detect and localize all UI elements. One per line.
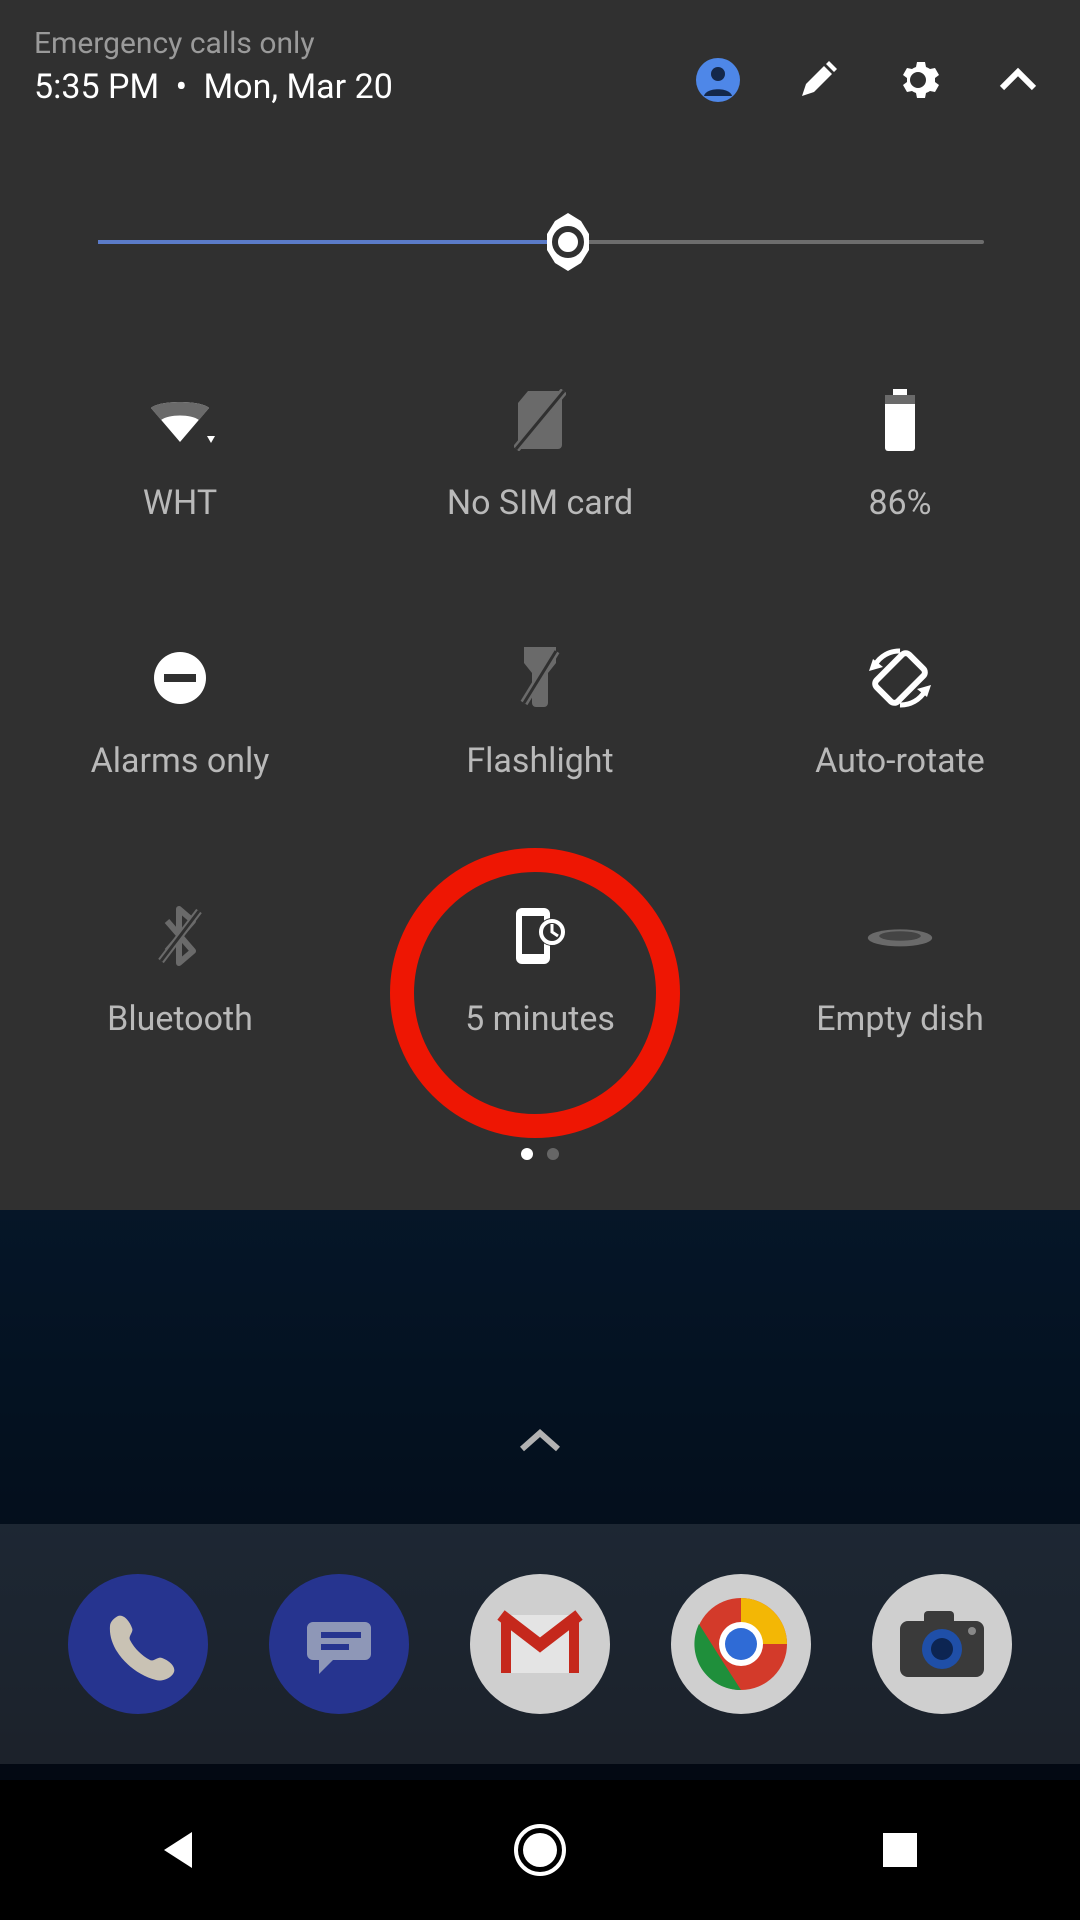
qs-header: Emergency calls only 5:35 PM • Mon, Mar … — [0, 0, 1080, 107]
gmail-app[interactable] — [470, 1574, 610, 1714]
edit-icon[interactable] — [796, 58, 840, 102]
dnd-icon — [145, 643, 215, 713]
tile-dnd[interactable]: Alarms only — [0, 643, 360, 781]
user-icon[interactable] — [696, 58, 740, 102]
bluetooth-icon — [145, 901, 215, 971]
dock — [0, 1524, 1080, 1764]
dish-icon — [865, 901, 935, 971]
messages-app[interactable] — [269, 1574, 409, 1714]
tile-auto-rotate[interactable]: Auto-rotate — [720, 643, 1080, 781]
collapse-icon[interactable] — [996, 58, 1040, 102]
tile-battery[interactable]: 86% — [720, 385, 1080, 523]
qs-tiles-grid: WHT No SIM card 86% Alarms only — [0, 385, 1080, 1039]
tile-label: Bluetooth — [107, 999, 253, 1039]
wifi-icon — [145, 385, 215, 455]
emergency-status: Emergency calls only — [34, 26, 393, 61]
app-drawer-handle[interactable] — [0, 1425, 1080, 1455]
nav-bar — [0, 1780, 1080, 1920]
tile-flashlight[interactable]: Flashlight — [360, 643, 720, 781]
tile-bluetooth[interactable]: Bluetooth — [0, 901, 360, 1039]
tile-label: Empty dish — [816, 999, 984, 1039]
tile-sim[interactable]: No SIM card — [360, 385, 720, 523]
tile-label: WHT — [143, 483, 217, 523]
tile-label: Auto-rotate — [815, 741, 985, 781]
tile-label: 5 minutes — [465, 999, 615, 1039]
page-indicator — [0, 1148, 1080, 1160]
flashlight-icon — [505, 643, 575, 713]
tile-label: No SIM card — [447, 483, 633, 523]
tile-label: Alarms only — [91, 741, 270, 781]
no-sim-icon — [505, 385, 575, 455]
tile-screen-timeout[interactable]: 5 minutes — [360, 901, 720, 1039]
phone-app[interactable] — [68, 1574, 208, 1714]
chrome-app[interactable] — [671, 1574, 811, 1714]
screen-lock-icon — [505, 901, 575, 971]
page-dot — [547, 1148, 559, 1160]
page-dot-active — [521, 1148, 533, 1160]
brightness-slider[interactable] — [98, 240, 984, 244]
clock-date[interactable]: 5:35 PM • Mon, Mar 20 — [34, 67, 393, 107]
camera-app[interactable] — [872, 1574, 1012, 1714]
nav-back-button[interactable] — [80, 1800, 280, 1900]
settings-icon[interactable] — [896, 58, 940, 102]
tile-label: 86% — [868, 483, 931, 523]
nav-recents-button[interactable] — [800, 1800, 1000, 1900]
auto-rotate-icon — [865, 643, 935, 713]
tile-custom-dish[interactable]: Empty dish — [720, 901, 1080, 1039]
tile-label: Flashlight — [466, 741, 613, 781]
nav-home-button[interactable] — [440, 1800, 640, 1900]
quick-settings-panel: Emergency calls only 5:35 PM • Mon, Mar … — [0, 0, 1080, 1210]
battery-icon — [865, 385, 935, 455]
tile-wifi[interactable]: WHT — [0, 385, 360, 523]
